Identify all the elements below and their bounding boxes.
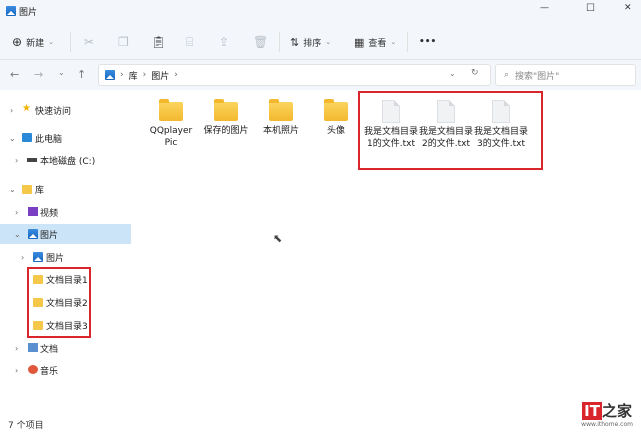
- folder-icon: [324, 99, 348, 121]
- share-icon[interactable]: ⇪: [219, 33, 229, 51]
- highlight-box-files: [358, 91, 543, 170]
- folder-item[interactable]: 保存的图片: [199, 94, 253, 137]
- window-title: 图片: [19, 8, 38, 18]
- breadcrumb-pictures[interactable]: 图片: [151, 69, 169, 82]
- maximize-button[interactable]: ☐: [586, 3, 595, 14]
- pictures-icon: [28, 229, 38, 239]
- sidebar-item-videos[interactable]: › 视频: [0, 202, 131, 222]
- folder-icon: [269, 99, 293, 121]
- sidebar-item-quick-access[interactable]: › ★ 快速访问: [0, 100, 131, 120]
- address-dropdown-icon[interactable]: ⌄: [449, 69, 456, 78]
- new-button[interactable]: ⊕ 新建 ⌄: [12, 33, 54, 51]
- delete-icon[interactable]: 🗑︎: [253, 33, 268, 51]
- view-button[interactable]: ▦ 查看 ⌄: [354, 33, 396, 51]
- refresh-icon[interactable]: ↻: [471, 68, 479, 78]
- back-icon[interactable]: ←: [10, 68, 19, 81]
- music-icon: [28, 365, 38, 374]
- paste-icon[interactable]: 📋︎: [151, 33, 166, 51]
- library-folder-icon: [22, 185, 32, 194]
- search-icon: ⌕: [504, 70, 510, 80]
- star-icon: ★: [22, 103, 31, 114]
- sort-button[interactable]: ⇅ 排序 ⌄: [290, 33, 331, 51]
- sidebar-item-pictures[interactable]: ⌄ 图片: [0, 224, 131, 244]
- mouse-cursor-icon: ⬉: [273, 232, 283, 245]
- close-button[interactable]: ✕: [624, 3, 632, 13]
- status-bar: 7 个项目: [8, 421, 44, 431]
- search-input[interactable]: ⌕ 搜索"图片": [495, 64, 636, 86]
- pictures-icon: [105, 70, 115, 80]
- recent-chevron-icon[interactable]: ⌄: [58, 68, 65, 77]
- pictures-icon: [33, 252, 43, 262]
- folder-item[interactable]: 本机照片: [254, 94, 308, 137]
- watermark: IT 之家 www.ithome.com: [581, 402, 633, 428]
- copy-icon[interactable]: ❐: [118, 33, 129, 51]
- drive-icon: [27, 158, 37, 162]
- file-list: QQplayer Pic 保存的图片 本机照片 头像 我是文档目录1的文件.tx…: [133, 90, 641, 410]
- sort-icon: ⇅: [290, 35, 300, 49]
- folder-icon: [214, 99, 238, 121]
- sidebar-item-pictures-sub[interactable]: › 图片: [0, 247, 131, 267]
- sidebar-item-music[interactable]: › 音乐: [0, 360, 131, 380]
- folder-icon: [159, 99, 183, 121]
- cut-icon[interactable]: ✂: [84, 33, 94, 51]
- rename-icon[interactable]: ⌸: [186, 33, 193, 51]
- sidebar-item-documents[interactable]: › 文档: [0, 338, 131, 358]
- plus-circle-icon: ⊕: [12, 35, 23, 49]
- document-icon: [28, 343, 38, 352]
- sidebar-item-local-disk[interactable]: › 本地磁盘 (C:): [0, 150, 131, 170]
- pictures-icon: [6, 6, 16, 16]
- navigation-pane: › ★ 快速访问 ⌄ 此电脑 › 本地磁盘 (C:) ⌄ 库 › 视频 ⌄ 图片 › 图片 文档…: [0, 90, 133, 410]
- address-bar[interactable]: › 库 › 图片 › ⌄ ↻: [98, 64, 491, 86]
- highlight-box-sidebar: [27, 267, 91, 338]
- folder-item[interactable]: 头像: [309, 94, 363, 137]
- folder-item[interactable]: QQplayer Pic: [144, 94, 198, 149]
- more-button[interactable]: •••: [419, 33, 436, 51]
- grid-icon: ▦: [354, 35, 365, 49]
- forward-icon[interactable]: →: [34, 68, 43, 81]
- sidebar-item-this-pc[interactable]: ⌄ 此电脑: [0, 128, 131, 148]
- up-icon[interactable]: ↑: [77, 68, 86, 81]
- monitor-icon: [22, 133, 32, 142]
- title-bar: 图片 — ☐ ✕: [0, 0, 641, 24]
- sidebar-item-libraries[interactable]: ⌄ 库: [0, 179, 131, 199]
- command-bar: ⊕ 新建 ⌄ ✂ ❐ 📋︎ ⌸ ⇪ 🗑︎ ⇅ 排序 ⌄ ▦ 查看 ⌄ •••: [0, 24, 641, 60]
- video-icon: [28, 207, 38, 216]
- minimize-button[interactable]: —: [540, 3, 549, 13]
- breadcrumb-library[interactable]: 库: [129, 69, 138, 82]
